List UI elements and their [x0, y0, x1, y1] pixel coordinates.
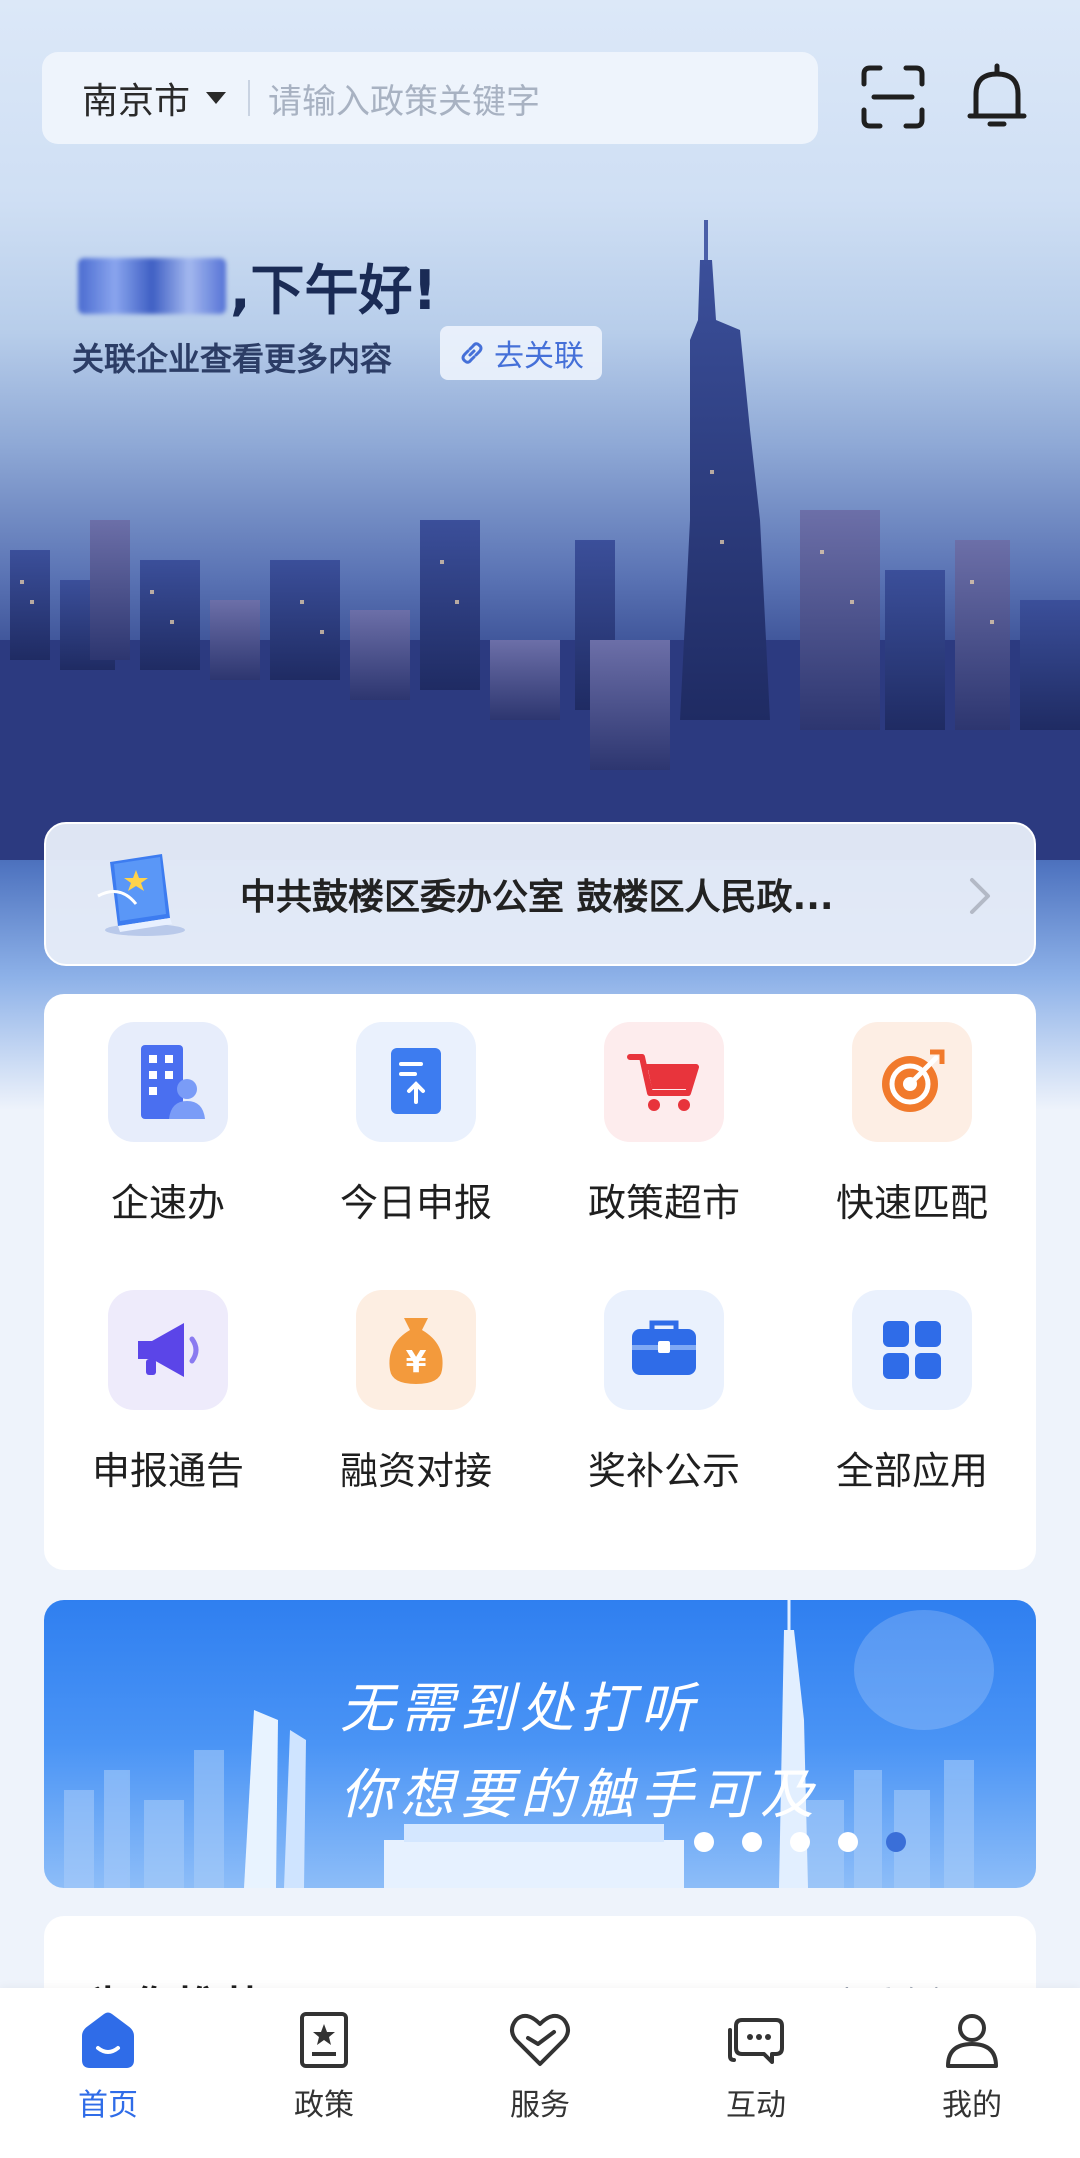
app-label: 今日申报	[339, 1181, 492, 1225]
associate-button[interactable]: 去关联	[440, 326, 602, 380]
divider	[248, 80, 251, 116]
banner-line-1: 无需到处打听	[340, 1677, 700, 1740]
link-icon	[461, 342, 483, 364]
policy-document-icon	[300, 2012, 348, 2068]
tab-label: 服务	[510, 2088, 570, 2123]
tab-label: 我的	[942, 2088, 1002, 2123]
home-icon	[82, 2012, 134, 2068]
carousel-dot[interactable]	[790, 1832, 810, 1852]
tab-policy[interactable]: 政策	[234, 2010, 414, 2124]
app-item-announcement[interactable]: 申报通告	[58, 1290, 278, 1510]
quick-apps-grid: 企速办 今日申报 政策超市 快速匹配 申报通告 ¥ 融资对接 奖补公示 全部应用	[44, 994, 1036, 1570]
app-label: 企速办	[110, 1181, 225, 1225]
app-item-subsidy-public[interactable]: 奖补公示	[554, 1290, 774, 1510]
tab-mine[interactable]: 我的	[882, 2010, 1062, 2124]
caret-down-icon[interactable]	[206, 92, 227, 104]
megaphone-icon	[108, 1290, 228, 1410]
bell-icon[interactable]	[962, 62, 1032, 132]
tab-service[interactable]: 服务	[450, 2010, 630, 2124]
chat-bubble-icon	[728, 2018, 784, 2064]
associate-button-label: 去关联	[494, 339, 584, 374]
tab-interact[interactable]: 互动	[666, 2010, 846, 2124]
document-upload-icon	[356, 1022, 476, 1142]
chevron-right-icon[interactable]	[968, 876, 994, 916]
building-person-icon	[108, 1022, 228, 1142]
app-label: 政策超市	[587, 1181, 740, 1225]
greeting-text: ,下午好!	[230, 259, 438, 322]
svg-text:¥: ¥	[406, 1345, 427, 1380]
briefcase-icon	[604, 1290, 724, 1410]
money-bag-icon: ¥	[356, 1290, 476, 1410]
app-item-all-apps[interactable]: 全部应用	[802, 1290, 1022, 1510]
search-input[interactable]: 请输入政策关键字	[268, 74, 540, 123]
app-label: 快速匹配	[835, 1181, 988, 1225]
carousel-indicator[interactable]	[694, 1832, 906, 1852]
app-item-financing[interactable]: ¥ 融资对接	[306, 1290, 526, 1510]
carousel-dot-active[interactable]	[886, 1832, 906, 1852]
search-bar[interactable]: 南京市 请输入政策关键字	[42, 52, 818, 144]
app-label: 全部应用	[835, 1449, 988, 1493]
app-item-policy-market[interactable]: 政策超市	[554, 1022, 774, 1242]
tab-home[interactable]: 首页	[18, 2010, 198, 2124]
banner-line-2: 你想要的触手可及	[340, 1763, 820, 1826]
associate-hint: 关联企业查看更多内容	[72, 340, 393, 378]
grid-apps-icon	[852, 1290, 972, 1410]
scan-icon[interactable]	[858, 62, 928, 132]
app-label: 融资对接	[339, 1449, 492, 1493]
user-icon	[946, 2014, 998, 2068]
heart-icon	[510, 2013, 570, 2066]
carousel-dot[interactable]	[694, 1832, 714, 1852]
tab-label: 政策	[294, 2088, 354, 2123]
tab-label: 互动	[726, 2088, 786, 2123]
city-selector[interactable]: 南京市	[82, 72, 190, 124]
app-label: 申报通告	[91, 1449, 244, 1493]
app-item-today-declare[interactable]: 今日申报	[306, 1022, 526, 1242]
app-item-quick-match[interactable]: 快速匹配	[802, 1022, 1022, 1242]
user-name-blurred	[78, 257, 226, 314]
notice-text: 中共鼓楼区委办公室 鼓楼区人民政...	[240, 877, 834, 918]
app-label: 奖补公示	[587, 1449, 740, 1493]
app-item-qisuban[interactable]: 企速办	[58, 1022, 278, 1242]
carousel-dot[interactable]	[742, 1832, 762, 1852]
shopping-cart-icon	[604, 1022, 724, 1142]
promo-carousel[interactable]: 无需到处打听 你想要的触手可及	[44, 1600, 1036, 1888]
notice-bar[interactable]: 中共鼓楼区委办公室 鼓楼区人民政...	[44, 822, 1036, 966]
carousel-dot[interactable]	[838, 1832, 858, 1852]
bottom-tab-bar: 首页 政策 服务 互动 我的	[0, 1988, 1080, 2158]
policy-book-icon	[97, 854, 185, 936]
target-icon	[852, 1022, 972, 1142]
tab-label: 首页	[78, 2088, 138, 2123]
greeting: ,下午好!	[78, 246, 437, 325]
